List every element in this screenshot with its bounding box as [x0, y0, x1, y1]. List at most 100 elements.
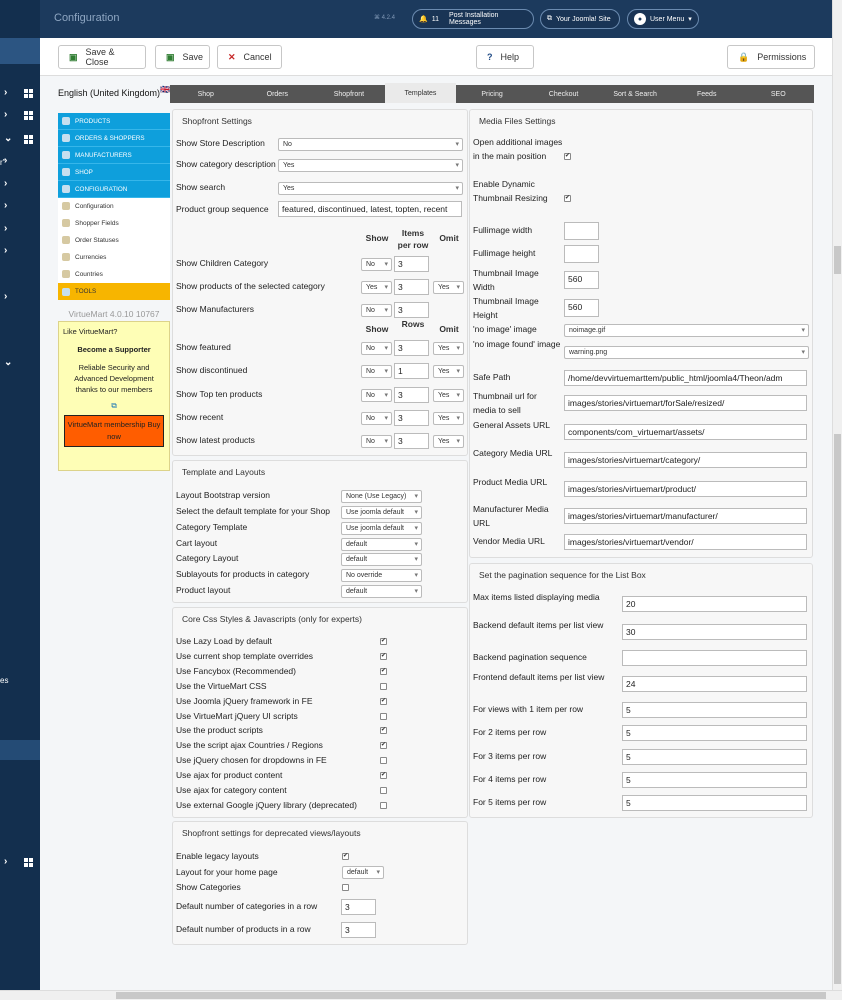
vm-menu-item[interactable]: PRODUCTS — [58, 113, 170, 130]
css-option-checkbox[interactable] — [380, 682, 387, 690]
chevron-icon[interactable]: › — [4, 245, 7, 256]
pagination-input[interactable]: 5 — [622, 702, 807, 718]
omit-select[interactable]: Yes — [433, 342, 464, 355]
chevron-icon[interactable]: › — [4, 200, 7, 211]
categories-per-row-input[interactable]: 3 — [341, 899, 376, 915]
vm-menu-item[interactable]: CONFIGURATION — [58, 181, 170, 198]
products-per-row-input[interactable]: 3 — [341, 922, 376, 938]
count-input[interactable]: 3 — [394, 433, 429, 449]
scroll-thumb-h[interactable] — [116, 992, 826, 999]
css-option-checkbox[interactable] — [380, 787, 387, 794]
chevron-icon[interactable]: › — [4, 291, 7, 302]
template-select[interactable]: No override — [341, 569, 422, 582]
shopfront-select[interactable]: Yes — [278, 182, 463, 195]
template-select[interactable]: Use joomla default — [341, 522, 422, 535]
media-path-input[interactable]: components/com_virtuemart/assets/ — [564, 424, 807, 440]
pagination-input[interactable]: 5 — [622, 749, 807, 765]
pagination-input[interactable]: 24 — [622, 676, 807, 692]
chevron-icon[interactable]: ⌄ — [4, 133, 12, 144]
tab-checkout[interactable]: Checkout — [528, 85, 600, 103]
media-path-input[interactable]: images/stories/virtuemart/forSale/resize… — [564, 395, 807, 411]
omit-select[interactable]: Yes — [433, 412, 464, 425]
chevron-icon[interactable]: › — [4, 856, 7, 867]
template-select[interactable]: Use joomla default — [341, 506, 422, 519]
post-installation-messages-button[interactable]: 🔔 11 Post Installation Messages — [412, 9, 534, 29]
show-select[interactable]: No — [361, 365, 392, 378]
shopfront-select[interactable]: Yes — [278, 159, 463, 172]
tab-shopfront[interactable]: Shopfront — [313, 85, 385, 103]
template-select[interactable]: None (Use Legacy) — [341, 490, 422, 503]
your-site-button[interactable]: ⧉ Your Joomla! Site — [540, 9, 620, 29]
count-input[interactable]: 3 — [394, 410, 429, 426]
vm-menu-item[interactable]: MANUFACTURERS — [58, 147, 170, 164]
no-image-select[interactable]: noimage.gif — [564, 324, 809, 337]
css-option-checkbox[interactable] — [380, 697, 387, 705]
thumbnail-width-input[interactable]: 560 — [564, 271, 599, 289]
tab-seo[interactable]: SEO — [743, 85, 815, 103]
pagination-input[interactable]: 5 — [622, 795, 807, 811]
show-categories-checkbox[interactable] — [342, 884, 349, 891]
chevron-icon[interactable]: › — [4, 87, 7, 98]
pagination-input[interactable]: 5 — [622, 725, 807, 741]
tab-pricing[interactable]: Pricing — [456, 85, 528, 103]
vm-menu-item[interactable]: Countries — [58, 266, 170, 283]
scroll-thumb[interactable] — [834, 434, 841, 984]
template-select[interactable]: default — [341, 585, 422, 598]
pagination-input[interactable] — [622, 650, 807, 666]
fullimage-width-input[interactable] — [564, 222, 599, 240]
media-path-input[interactable]: images/stories/virtuemart/manufacturer/ — [564, 508, 807, 524]
tab-templates[interactable]: Templates — [384, 83, 457, 103]
vm-menu-item[interactable]: Currencies — [58, 249, 170, 266]
media-path-input[interactable]: images/stories/virtuemart/vendor/ — [564, 534, 807, 550]
show-select[interactable]: No — [361, 412, 392, 425]
css-option-checkbox[interactable] — [380, 727, 387, 735]
shopfront-select[interactable]: No — [278, 138, 463, 151]
no-image-found-select[interactable]: warning.png — [564, 346, 809, 359]
omit-select[interactable]: Yes — [433, 281, 464, 294]
media-path-input[interactable]: images/stories/virtuemart/product/ — [564, 481, 807, 497]
css-option-checkbox[interactable] — [380, 801, 387, 809]
cancel-button[interactable]: ✕ Cancel — [217, 45, 282, 69]
tab-feeds[interactable]: Feeds — [671, 85, 743, 103]
count-input[interactable]: 3 — [394, 387, 429, 403]
media-path-input[interactable]: images/stories/virtuemart/category/ — [564, 452, 807, 468]
count-input[interactable]: 3 — [394, 256, 429, 272]
vm-menu-item[interactable]: ORDERS & SHOPPERS — [58, 130, 170, 147]
external-link-icon[interactable]: ⧉ — [59, 401, 169, 411]
vertical-scrollbar[interactable] — [832, 0, 842, 990]
pagination-input[interactable]: 20 — [622, 596, 807, 612]
css-option-checkbox[interactable] — [380, 652, 387, 660]
vm-menu-item[interactable]: Order Statuses — [58, 232, 170, 249]
chevron-icon[interactable]: ⌄ — [4, 357, 12, 368]
omit-select[interactable]: Yes — [433, 365, 464, 378]
open-images-checkbox[interactable] — [564, 153, 571, 160]
css-option-checkbox[interactable] — [380, 638, 387, 645]
tab-sort-search[interactable]: Sort & Search — [599, 85, 671, 103]
vm-menu-item[interactable]: Shopper Fields — [58, 215, 170, 232]
chevron-icon[interactable]: › — [4, 109, 7, 120]
vm-menu-item[interactable]: SHOP — [58, 164, 170, 181]
omit-select[interactable]: Yes — [433, 435, 464, 448]
show-select[interactable]: Yes — [361, 281, 392, 294]
css-option-checkbox[interactable] — [380, 757, 387, 765]
dynamic-thumbnail-checkbox[interactable] — [564, 195, 571, 202]
legacy-enable-checkbox[interactable] — [342, 853, 349, 860]
tab-shop[interactable]: Shop — [170, 85, 242, 103]
count-input[interactable]: 3 — [394, 302, 429, 318]
membership-button[interactable]: VirtueMart membership Buy now — [64, 415, 164, 447]
user-menu-button[interactable]: ● User Menu ▾ — [627, 9, 699, 29]
css-option-checkbox[interactable] — [380, 742, 387, 750]
save-button[interactable]: ▣ Save — [155, 45, 210, 69]
product-group-sequence-input[interactable]: featured, discontinued, latest, topten, … — [278, 201, 462, 217]
chevron-icon[interactable]: › — [4, 223, 7, 234]
omit-select[interactable]: Yes — [433, 389, 464, 402]
show-select[interactable]: No — [361, 435, 392, 448]
media-path-input[interactable]: /home/devvirtuemarttem/public_html/jooml… — [564, 370, 807, 386]
tab-orders[interactable]: Orders — [242, 85, 314, 103]
home-layout-select[interactable]: default — [342, 866, 384, 879]
pagination-input[interactable]: 5 — [622, 772, 807, 788]
permissions-button[interactable]: 🔒 Permissions — [727, 45, 815, 69]
vm-menu-item[interactable]: TOOLS — [58, 283, 170, 300]
count-input[interactable]: 3 — [394, 340, 429, 356]
show-select[interactable]: No — [361, 304, 392, 317]
